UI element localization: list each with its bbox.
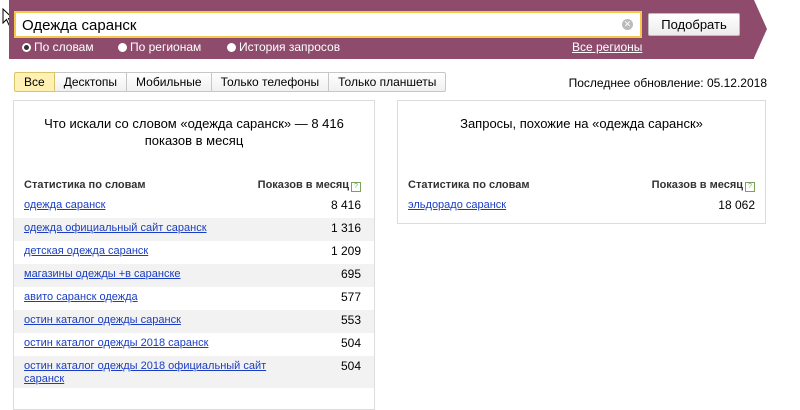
similar-queries-list: эльдорадо саранск 18 062	[398, 195, 765, 218]
phrase-link[interactable]: остин каталог одежды 2018 официальный са…	[24, 360, 274, 386]
tab-desktop[interactable]: Десктопы	[54, 72, 128, 92]
last-updated: Последнее обновление: 05.12.2018	[568, 76, 767, 90]
phrase-link[interactable]: одежда официальный сайт саранск	[24, 222, 274, 235]
panel-title: Запросы, похожие на «одежда саранск»	[460, 116, 703, 131]
table-row: детская одежда саранск 1 209	[14, 241, 374, 264]
similar-queries-panel: Запросы, похожие на «одежда саранск» Ста…	[397, 100, 766, 224]
col-words-header: Статистика по словам	[24, 179, 146, 191]
table-row: одежда саранск 8 416	[14, 195, 374, 218]
all-regions-link[interactable]: Все регионы	[572, 40, 642, 54]
phrase-link[interactable]: магазины одежды +в саранске	[24, 268, 274, 281]
help-icon[interactable]: ?	[351, 182, 361, 192]
tab-phones-only[interactable]: Только телефоны	[211, 72, 330, 92]
col-count-label: Показов в месяц	[257, 179, 349, 191]
word-stats-panel: Что искали со словом «одежда саранск» — …	[13, 100, 375, 410]
impressions-count: 504	[340, 336, 361, 350]
mode-history[interactable]: История запросов	[227, 40, 340, 54]
phrase-link[interactable]: эльдорадо саранск	[408, 199, 658, 212]
phrase-link[interactable]: одежда саранск	[24, 199, 274, 212]
phrase-link[interactable]: авито саранск одежда	[24, 291, 274, 304]
mode-label: По регионам	[130, 40, 202, 54]
phrase-link[interactable]: детская одежда саранск	[24, 245, 274, 258]
help-icon[interactable]: ?	[745, 182, 755, 192]
impressions-count: 8 416	[330, 198, 361, 212]
table-row: остин каталог одежды 2018 саранск 504	[14, 333, 374, 356]
mode-by-regions[interactable]: По регионам	[118, 40, 201, 54]
table-row: остин каталог одежды саранск 553	[14, 310, 374, 333]
impressions-count: 577	[340, 290, 361, 304]
word-stats-list: одежда саранск 8 416 одежда официальный са…	[14, 195, 374, 388]
mode-by-words[interactable]: По словам	[22, 40, 94, 54]
tab-all[interactable]: Все	[14, 72, 55, 92]
mode-label: История запросов	[239, 40, 341, 54]
impressions-count: 1 316	[330, 221, 361, 235]
submit-button[interactable]: Подобрать	[648, 13, 740, 36]
table-row: одежда официальный сайт саранск 1 316	[14, 218, 374, 241]
search-input[interactable]	[22, 16, 612, 35]
panel-title: Что искали со словом «одежда саранск» — …	[44, 116, 344, 148]
mode-label: По словам	[34, 40, 94, 54]
radio-icon	[227, 43, 236, 52]
tab-mobile[interactable]: Мобильные	[127, 72, 212, 92]
radio-icon	[118, 43, 127, 52]
impressions-count: 553	[340, 313, 361, 327]
tab-tablets-only[interactable]: Только планшеты	[329, 72, 447, 92]
col-count-label: Показов в месяц	[651, 179, 743, 191]
col-count-header: Показов в месяц?	[652, 179, 755, 192]
table-row: магазины одежды +в саранске 695	[14, 264, 374, 287]
impressions-count: 18 062	[718, 198, 755, 212]
radio-checked-icon	[22, 43, 31, 52]
search-band-arrow	[754, 0, 767, 58]
phrase-link[interactable]: остин каталог одежды 2018 саранск	[24, 337, 274, 350]
search-box: ✕	[14, 11, 642, 38]
impressions-count: 504	[340, 359, 361, 373]
table-row: эльдорадо саранск 18 062	[398, 195, 765, 218]
impressions-count: 695	[340, 267, 361, 281]
clear-icon[interactable]: ✕	[622, 19, 633, 30]
col-words-header: Статистика по словам	[408, 179, 530, 191]
device-tabs: Все Десктопы Мобильные Только телефоны Т…	[14, 72, 447, 92]
col-count-header: Показов в месяц?	[258, 179, 361, 192]
phrase-link[interactable]: остин каталог одежды саранск	[24, 314, 274, 327]
impressions-count: 1 209	[330, 244, 361, 258]
table-row: остин каталог одежды 2018 официальный са…	[14, 356, 374, 388]
table-row: авито саранск одежда 577	[14, 287, 374, 310]
